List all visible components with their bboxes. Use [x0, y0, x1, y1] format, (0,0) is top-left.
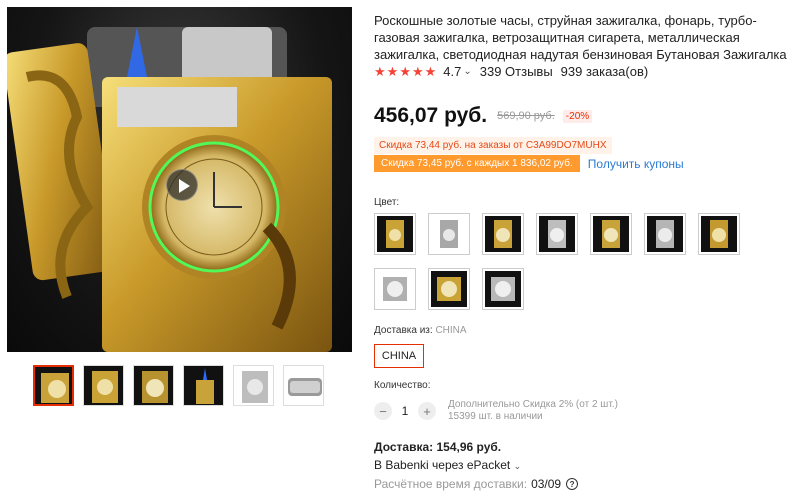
ship-from-option-china[interactable]: CHINA: [374, 344, 424, 368]
color-swatch[interactable]: [374, 213, 416, 255]
star-icon: ★: [386, 63, 399, 79]
play-video-button[interactable]: [166, 169, 198, 201]
color-swatch[interactable]: [590, 213, 632, 255]
product-title: Роскошные золотые часы, струйная зажигал…: [374, 13, 787, 62]
reviews-link[interactable]: 339 Отзывы: [480, 64, 553, 79]
coupon-code-offer[interactable]: Скидка 73,44 руб. на заказы от C3A99DO7M…: [374, 137, 612, 154]
color-swatch[interactable]: [644, 213, 686, 255]
quantity-plus-button[interactable]: +: [418, 402, 436, 420]
discount-badge: -20%: [562, 109, 593, 123]
delivery-eta: Расчётное время доставки: 03/09 ?: [374, 477, 579, 491]
thumbnail-2[interactable]: [83, 365, 124, 406]
delivery-carrier: В Babenki через ePacket: [374, 458, 511, 472]
chevron-down-icon[interactable]: ⌄: [463, 66, 471, 77]
star-icon: ★: [374, 63, 386, 79]
star-icon: ★: [411, 63, 424, 79]
thumbnail-6[interactable]: [283, 365, 324, 406]
chevron-down-icon: ⌄: [513, 461, 522, 471]
coupon-row: Скидка 73,45 руб. с каждых 1 836,02 руб.…: [374, 155, 684, 172]
ship-from-label: Доставка из:: [374, 325, 433, 336]
rating-value[interactable]: 4.7: [443, 64, 461, 79]
color-swatch[interactable]: [374, 268, 416, 310]
quantity-minus-button[interactable]: −: [374, 402, 392, 420]
color-swatch[interactable]: [698, 213, 740, 255]
quantity-value[interactable]: 1: [392, 404, 418, 418]
ship-from-value: CHINA: [435, 325, 467, 336]
thumbnail-4[interactable]: [183, 365, 224, 406]
thumbnail-5[interactable]: [233, 365, 274, 406]
get-coupons-link[interactable]: Получить купоны: [588, 157, 684, 171]
ship-from: Доставка из: CHINA: [374, 325, 467, 336]
rating-row: ★ ★ ★ ★ ★ 4.7 ⌄ 339 Отзывы 939 заказа(ов…: [374, 64, 648, 79]
quantity-label: Количество:: [374, 380, 431, 391]
color-swatch[interactable]: [428, 268, 470, 310]
eta-label: Расчётное время доставки:: [374, 477, 528, 491]
bulk-discount-text: Дополнительно Скидка 2% (от 2 шт.): [448, 399, 618, 410]
help-icon[interactable]: ?: [566, 478, 579, 490]
star-icon: ★: [424, 63, 437, 79]
delivery-price: Доставка: 154,96 руб.: [374, 440, 502, 454]
eta-value: 03/09: [531, 477, 562, 491]
old-price: 569,90 руб.: [497, 110, 555, 122]
price-row: 456,07 руб. 569,90 руб. -20%: [374, 104, 593, 128]
rating-stars: ★ ★ ★ ★ ★: [374, 63, 437, 79]
orders-count: 939 заказа(ов): [560, 64, 649, 79]
color-swatch[interactable]: [482, 268, 524, 310]
stock-text: 15399 шт. в наличии: [448, 411, 543, 422]
thumbnail-1[interactable]: [33, 365, 74, 406]
color-swatch[interactable]: [428, 213, 470, 255]
quantity-stepper: − 1 + Дополнительно Скидка 2% (от 2 шт.)…: [374, 399, 618, 423]
main-product-image[interactable]: [7, 7, 352, 352]
delivery-carrier-selector[interactable]: В Babenki через ePacket ⌄: [374, 458, 521, 472]
current-price: 456,07 руб.: [374, 104, 488, 127]
star-icon: ★: [399, 63, 411, 79]
coupon-every-offer[interactable]: Скидка 73,45 руб. с каждых 1 836,02 руб.: [374, 155, 580, 172]
color-label: Цвет:: [374, 197, 400, 208]
color-swatch[interactable]: [536, 213, 578, 255]
thumbnail-3[interactable]: [133, 365, 174, 406]
quantity-info: Дополнительно Скидка 2% (от 2 шт.) 15399…: [448, 399, 618, 423]
color-swatch[interactable]: [482, 213, 524, 255]
